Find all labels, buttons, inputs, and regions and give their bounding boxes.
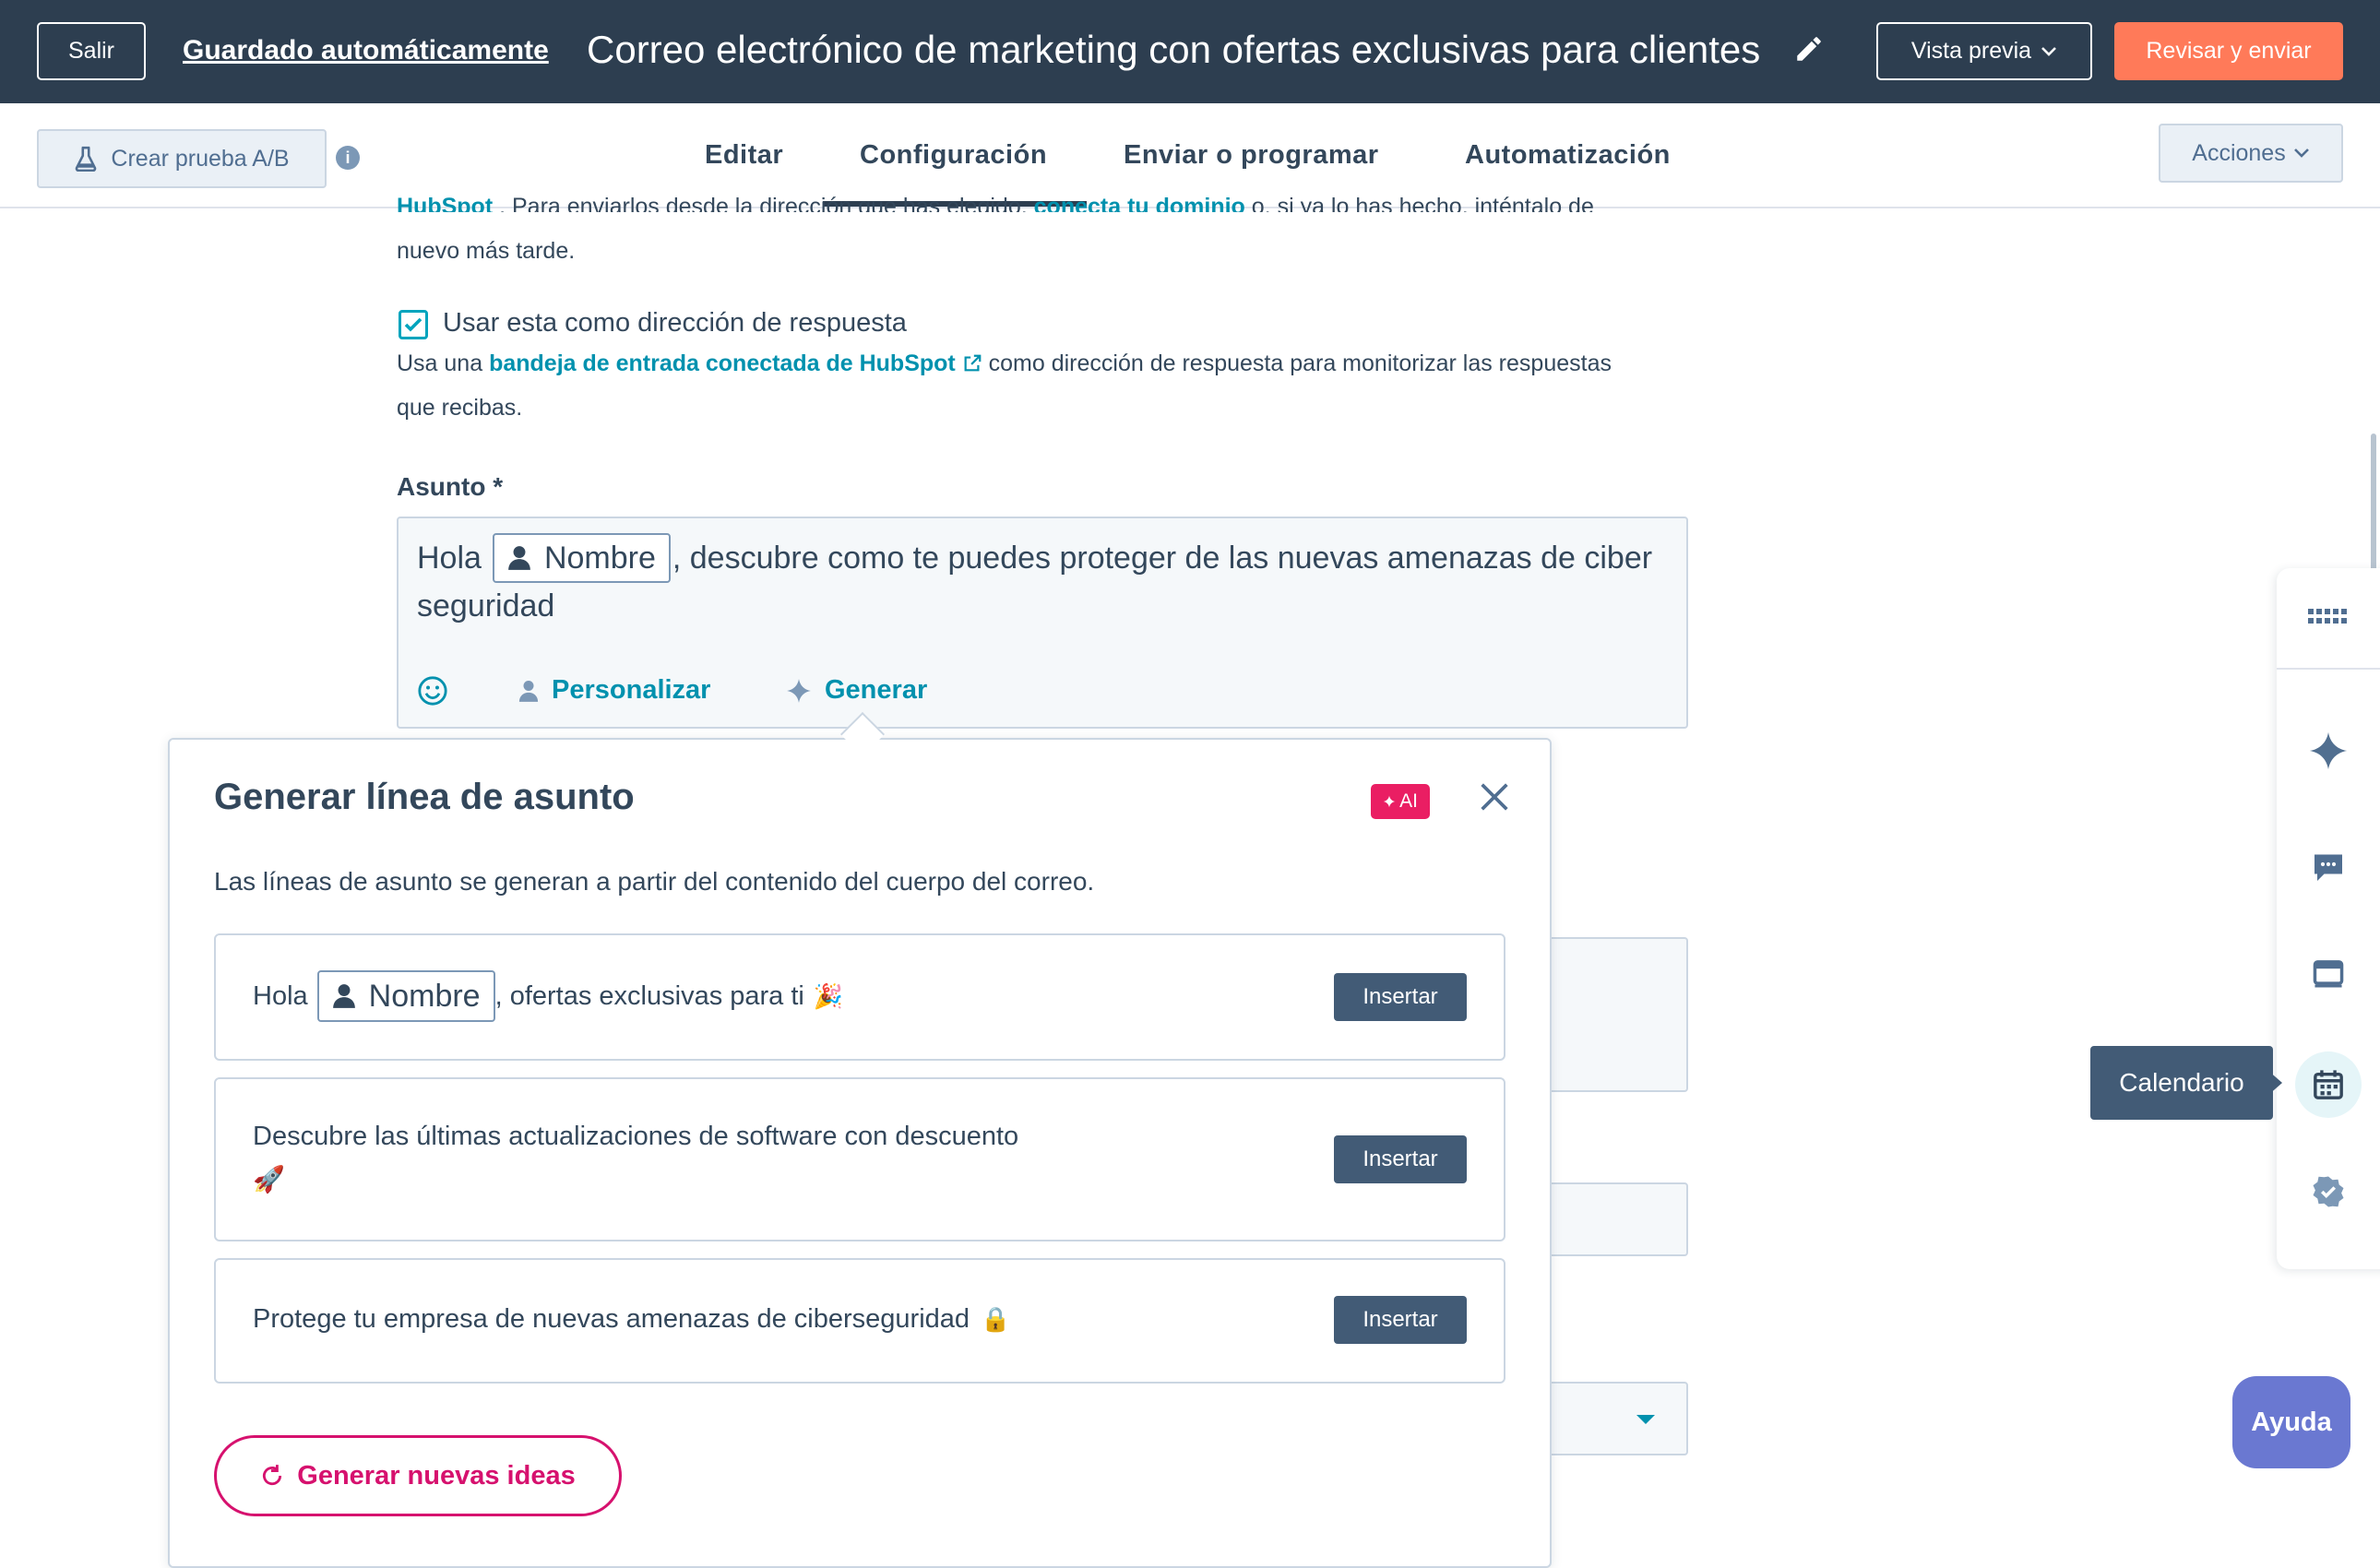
apps-grid-icon[interactable] bbox=[2308, 598, 2349, 638]
insert-button[interactable]: Insertar bbox=[1334, 1296, 1467, 1344]
background-dropdown[interactable] bbox=[1541, 1382, 1688, 1455]
contact-icon bbox=[332, 984, 355, 1008]
warning-text: . Para enviarlos desde la dirección que … bbox=[499, 194, 1028, 212]
tab-editar[interactable]: Editar bbox=[705, 140, 783, 171]
insert-button[interactable]: Insertar bbox=[1334, 1135, 1467, 1183]
right-sidebar bbox=[2277, 568, 2380, 1269]
exit-button[interactable]: Salir bbox=[37, 22, 146, 80]
caret-down-icon bbox=[1636, 1415, 1655, 1424]
reply-help-start: Usa una bbox=[397, 350, 483, 376]
preview-button[interactable]: Vista previa bbox=[1876, 22, 2092, 80]
domain-warning-text: HubSpot . Para enviarlos desde la direcc… bbox=[397, 194, 1594, 212]
background-field bbox=[1541, 937, 1688, 1092]
tab-automatizacion[interactable]: Automatización bbox=[1465, 140, 1671, 171]
reply-help-line2: que recibas. bbox=[397, 395, 523, 421]
hubspot-link[interactable]: HubSpot bbox=[397, 194, 493, 212]
preview-label: Vista previa bbox=[1910, 38, 2032, 64]
suggestion-prefix: Hola bbox=[253, 980, 308, 1011]
sparkle-icon[interactable] bbox=[2308, 731, 2349, 771]
rocket-emoji: 🚀 bbox=[253, 1165, 285, 1194]
subject-suffix: , descubre como te puedes proteger de la… bbox=[672, 540, 1653, 576]
contact-icon bbox=[518, 680, 539, 702]
ai-badge: AI bbox=[1371, 784, 1430, 819]
reply-help-text: Usa una bandeja de entrada conectada de … bbox=[397, 350, 1612, 377]
external-link-icon bbox=[964, 354, 982, 372]
connected-inbox-link[interactable]: bandeja de entrada conectada de HubSpot bbox=[489, 350, 989, 376]
verified-icon[interactable] bbox=[2308, 1171, 2349, 1212]
subject-line-2: seguridad bbox=[417, 588, 555, 624]
suggestion-suffix: , ofertas exclusivas para ti bbox=[494, 980, 804, 1011]
generate-new-ideas-label: Generar nuevas ideas bbox=[297, 1460, 576, 1491]
actions-button[interactable]: Acciones bbox=[2159, 124, 2343, 183]
personalization-token[interactable]: Nombre bbox=[492, 533, 671, 583]
close-icon[interactable] bbox=[1476, 778, 1513, 815]
lock-emoji: 🔒 bbox=[981, 1305, 1011, 1333]
subject-label: Asunto * bbox=[397, 472, 504, 501]
popover-title: Generar línea de asunto bbox=[214, 777, 635, 817]
reply-checkbox-label[interactable]: Usar esta como dirección de respuesta bbox=[443, 308, 907, 339]
email-title[interactable]: Correo electrónico de marketing con ofer… bbox=[587, 28, 1760, 72]
autosave-link[interactable]: Guardado automáticamente bbox=[183, 35, 549, 66]
suggestion-card bbox=[214, 1077, 1505, 1241]
suggestion-text: Hola Nombre , ofertas exclusivas para ti… bbox=[253, 970, 843, 1022]
pencil-icon[interactable] bbox=[1793, 33, 1825, 65]
personalize-label: Personalizar bbox=[552, 675, 711, 705]
warning-text-end: o, si ya lo has hecho, inténtalo de bbox=[1251, 194, 1594, 212]
help-button[interactable]: Ayuda bbox=[2232, 1376, 2350, 1468]
sparkle-icon bbox=[787, 678, 811, 703]
contact-icon bbox=[508, 546, 530, 570]
calendar-tooltip: Calendario bbox=[2090, 1046, 2273, 1120]
generate-button[interactable]: Generar bbox=[786, 675, 927, 706]
personalize-button[interactable]: Personalizar bbox=[518, 675, 710, 706]
scrollbar[interactable] bbox=[2371, 434, 2376, 572]
info-icon[interactable]: i bbox=[336, 146, 360, 170]
ai-badge-label: AI bbox=[1399, 790, 1418, 812]
token-label: Nombre bbox=[543, 540, 656, 576]
sparkle-icon bbox=[1383, 795, 1396, 808]
subject-prefix: Hola bbox=[417, 540, 482, 576]
reply-help-end: como dirección de respuesta para monitor… bbox=[988, 350, 1612, 376]
generate-new-ideas-button[interactable]: Generar nuevas ideas bbox=[214, 1435, 622, 1516]
reply-address-checkbox[interactable] bbox=[399, 310, 428, 339]
party-emoji: 🎉 bbox=[813, 981, 844, 1010]
chevron-down-icon bbox=[2041, 46, 2056, 56]
calendar-icon[interactable] bbox=[2308, 1064, 2349, 1105]
background-field bbox=[1541, 1182, 1688, 1256]
token-label: Nombre bbox=[368, 978, 481, 1014]
suggestion-text: Protege tu empresa de nuevas amenazas de… bbox=[253, 1304, 1010, 1335]
popover-description: Las líneas de asunto se generan a partir… bbox=[214, 867, 1095, 896]
flask-icon bbox=[76, 146, 97, 172]
chat-icon[interactable] bbox=[2308, 847, 2349, 887]
tooltip-arrow bbox=[2267, 1070, 2282, 1096]
connected-inbox-link-label: bandeja de entrada conectada de HubSpot bbox=[489, 350, 956, 376]
checkmark-icon bbox=[404, 317, 422, 332]
tab-configuracion[interactable]: Configuración bbox=[860, 140, 1047, 171]
insert-button[interactable]: Insertar bbox=[1334, 973, 1467, 1021]
actions-label: Acciones bbox=[2192, 139, 2286, 166]
review-and-send-button[interactable]: Revisar y enviar bbox=[2114, 22, 2343, 80]
refresh-icon bbox=[263, 1465, 282, 1486]
ab-test-label: Crear prueba A/B bbox=[111, 145, 290, 172]
suggestion-label: Protege tu empresa de nuevas amenazas de… bbox=[253, 1304, 970, 1334]
connect-domain-link[interactable]: conecta tu dominio bbox=[1034, 194, 1245, 212]
tab-enviar-o-programar[interactable]: Enviar o programar bbox=[1124, 140, 1379, 171]
chevron-down-icon bbox=[2293, 148, 2309, 158]
browser-icon[interactable] bbox=[2308, 954, 2349, 994]
suggestion-text: Descubre las últimas actualizaciones de … bbox=[253, 1122, 1019, 1151]
personalization-token: Nombre bbox=[316, 970, 495, 1022]
generate-label: Generar bbox=[825, 675, 928, 705]
warning-text-line2: nuevo más tarde. bbox=[397, 238, 576, 264]
subject-line-1: Hola Nombre , descubre como te puedes pr… bbox=[417, 533, 1652, 583]
emoji-icon[interactable] bbox=[417, 675, 448, 707]
sidebar-divider bbox=[2277, 668, 2380, 670]
create-ab-test-button[interactable]: Crear prueba A/B bbox=[37, 129, 327, 188]
